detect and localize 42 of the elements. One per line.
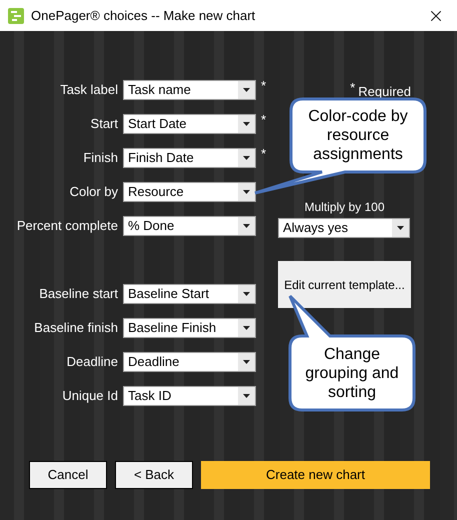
required-mark: *: [261, 111, 266, 129]
multiply-dropdown[interactable]: Always yes: [278, 218, 410, 238]
caret-icon: [243, 360, 250, 364]
caret-icon: [243, 190, 250, 194]
required-note: * Required: [350, 82, 411, 101]
field-label: Baseline finish: [33, 319, 119, 338]
callout-text: Change grouping and sorting: [304, 344, 400, 402]
field-dropdown[interactable]: Resource: [123, 182, 256, 202]
field-dropdown[interactable]: Baseline Finish: [123, 318, 256, 338]
dialog-button[interactable]: < Back: [115, 461, 193, 489]
caret-icon: [243, 88, 250, 92]
field-dropdown[interactable]: Finish Date: [123, 148, 256, 168]
caret-icon: [243, 224, 250, 228]
field-dropdown[interactable]: Deadline: [123, 352, 256, 372]
caret-icon: [243, 156, 250, 160]
caret-icon: [243, 394, 250, 398]
create-button[interactable]: Create new chart: [201, 461, 430, 489]
field-label: Percent complete: [16, 217, 119, 236]
multiply-label: Multiply by 100: [303, 199, 386, 216]
field-dropdown[interactable]: Start Date: [123, 114, 256, 134]
field-dropdown[interactable]: % Done: [123, 216, 256, 236]
caret-icon: [243, 326, 250, 330]
field-dropdown[interactable]: Task ID: [123, 386, 256, 406]
field-label: Color by: [68, 183, 119, 202]
app-logo-icon: [8, 8, 24, 24]
caret-icon: [397, 226, 404, 230]
edit-template-button[interactable]: Edit current template...: [278, 261, 411, 308]
dialog-button[interactable]: Cancel: [29, 461, 107, 489]
field-label: Deadline: [66, 353, 119, 372]
field-label: Task label: [59, 81, 119, 100]
field-label: Unique Id: [61, 387, 119, 406]
caret-icon: [243, 292, 250, 296]
required-mark: *: [261, 77, 266, 95]
field-label: Baseline start: [38, 285, 119, 304]
field-label: Start: [90, 115, 119, 134]
required-mark: *: [261, 145, 266, 163]
window-title: OnePager® choices -- Make new chart: [31, 6, 256, 25]
caret-icon: [243, 122, 250, 126]
field-dropdown[interactable]: Baseline Start: [123, 284, 256, 304]
field-label: Finish: [82, 149, 119, 168]
callout-text: Color-code by resource assignments: [307, 107, 409, 164]
field-dropdown[interactable]: Task name: [123, 80, 256, 100]
